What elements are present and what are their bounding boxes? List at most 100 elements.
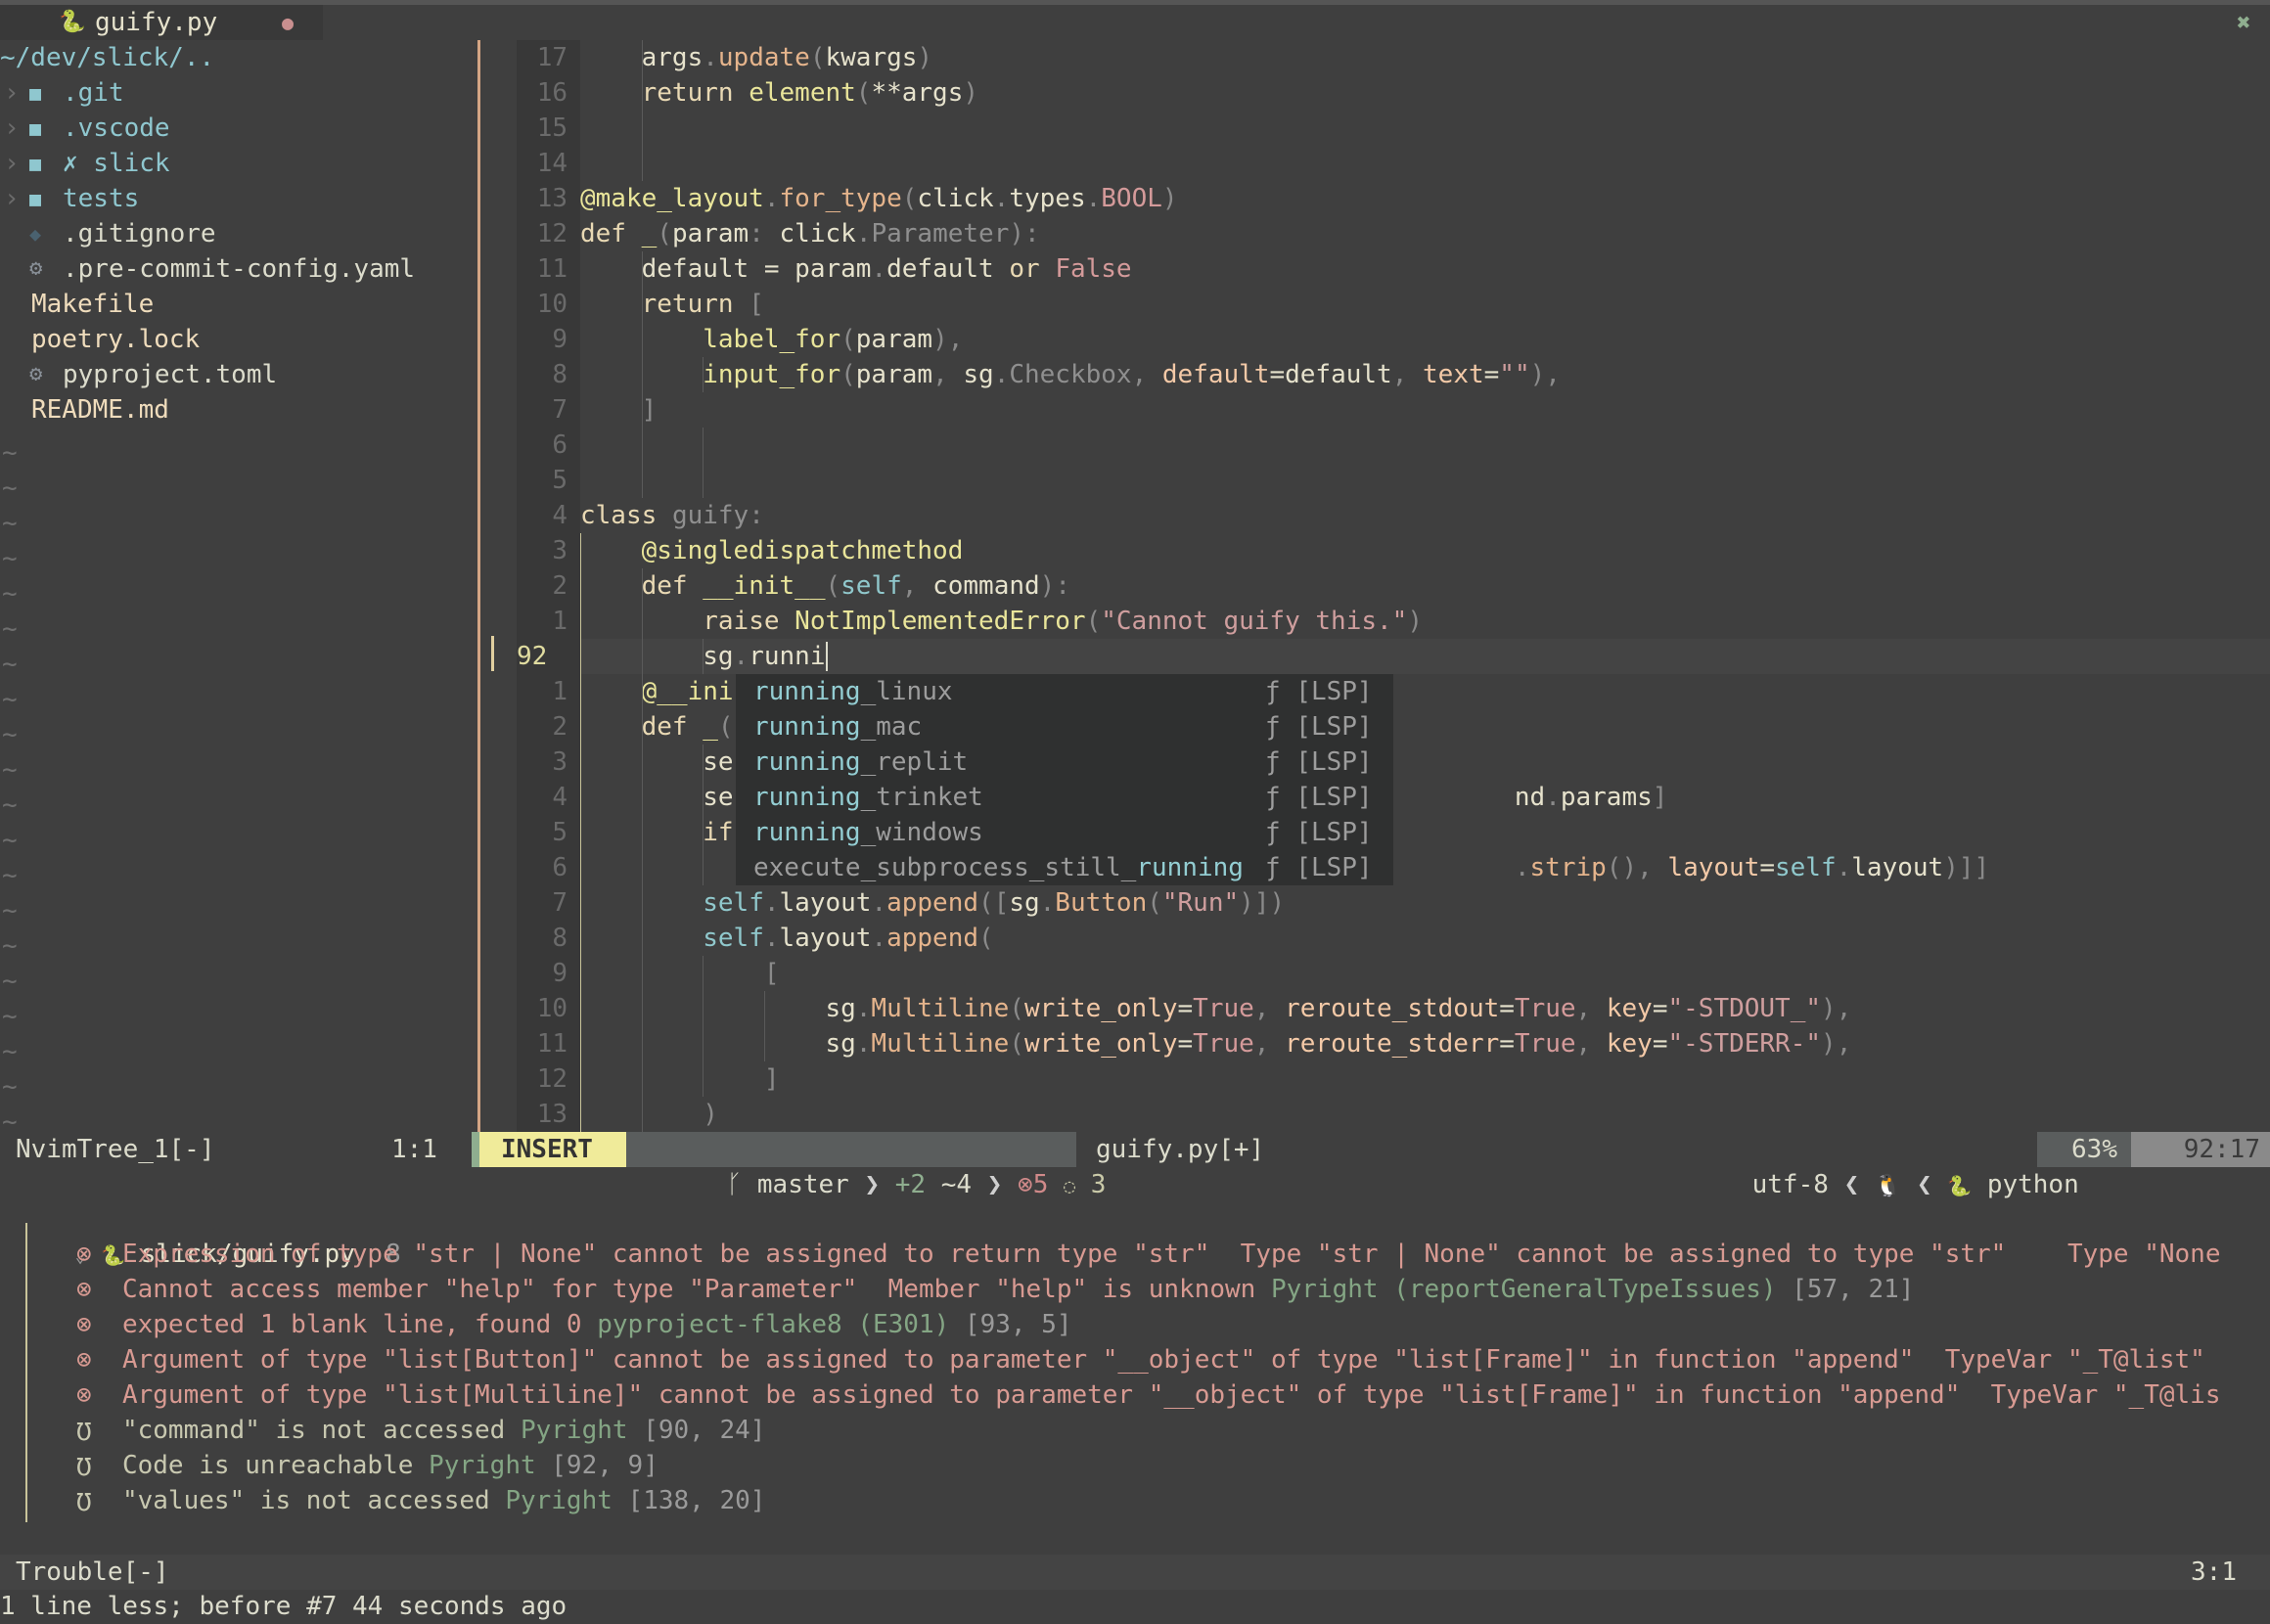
trouble-location: [57, 21] (1792, 1275, 1915, 1304)
indent-guide (641, 568, 643, 674)
completion-item[interactable]: running_replit ƒ [LSP] (753, 744, 1380, 780)
code-line[interactable]: self.layout.append([sg.Button("Run")]) (580, 885, 1285, 921)
indent-guide (641, 251, 643, 498)
code-line[interactable]: ) (580, 1097, 718, 1132)
line-number: 5 (552, 466, 568, 495)
trouble-source: Pyright (520, 1416, 628, 1445)
line-number: 3 (552, 536, 568, 565)
tree-cursor-position: 1:1 (391, 1135, 437, 1164)
close-icon[interactable]: ✖ (2237, 5, 2250, 40)
chevron-right-icon[interactable]: › (4, 75, 20, 111)
indent-guide (703, 744, 704, 885)
python-icon: 🐍 (59, 10, 86, 34)
code-line[interactable]: sg.runni (580, 639, 829, 674)
line-number: 11 (536, 1029, 568, 1059)
indent-guide (580, 533, 581, 1132)
trouble-source: Pyright (reportGeneralTypeIssues) (1270, 1275, 1777, 1304)
code-line[interactable]: ] (580, 1061, 780, 1097)
gear-icon: ⚙ (29, 256, 43, 281)
code-line[interactable]: return element(**args) (580, 75, 978, 111)
code-line[interactable]: args.update(kwargs) (580, 40, 932, 75)
code-line[interactable]: def _(param: click.Parameter): (580, 216, 1040, 251)
code-line[interactable]: class guify: (580, 498, 764, 533)
chevron-right-icon[interactable]: › (4, 146, 20, 181)
tab-guify[interactable]: 🐍 guify.py ● (0, 5, 323, 40)
code-line[interactable]: default = param.default or False (580, 251, 1132, 287)
window-split-border[interactable] (477, 40, 480, 1132)
code-line[interactable]: sg.Multiline(write_only=True, reroute_st… (580, 1026, 1851, 1061)
tree-item-name: .vscode (63, 113, 170, 143)
completion-item[interactable]: running_linux ƒ [LSP] (753, 674, 1380, 709)
line-number: 12 (536, 1064, 568, 1094)
trouble-indent-guide (25, 1223, 27, 1522)
trouble-message: "command" is not accessed (121, 1416, 506, 1445)
git-branch-group: ᚴ master ❯ +2 ~4 ❯ ⊗5 ◌ 3 (665, 1132, 1107, 1199)
chevron-right-icon[interactable]: › (4, 111, 20, 146)
code-line[interactable]: def __init__(self, command): (580, 568, 1070, 604)
tree-item-name: tests (63, 184, 140, 213)
tree-item-name: poetry.lock (31, 325, 201, 354)
empty-line-tilde: ~ (2, 438, 18, 468)
empty-line-tilde: ~ (2, 1002, 18, 1031)
line-number: 5 (552, 818, 568, 847)
line-number: 2 (552, 571, 568, 601)
trouble-buffer-name: Trouble[-] (16, 1557, 169, 1587)
line-number: 13 (536, 184, 568, 213)
trouble-item[interactable]: Ω Code is unreachable Pyright [92, 9] (76, 1448, 658, 1483)
cursor-line-highlight (580, 639, 2270, 674)
line-number: 4 (552, 783, 568, 812)
code-line[interactable]: se (580, 744, 733, 780)
completion-item[interactable]: running_windows ƒ [LSP] (753, 815, 1380, 850)
chevron-right-icon[interactable]: › (4, 181, 20, 216)
trouble-file-group[interactable]: ⌄ 🐍 slick/guify.py 8 (14, 1201, 401, 1269)
code-line[interactable]: @singledispatchmethod (580, 533, 964, 568)
code-line[interactable]: raise NotImplementedError("Cannot guify … (580, 604, 1423, 639)
line-number: 11 (536, 254, 568, 284)
completion-item[interactable]: running_trinket ƒ [LSP] (753, 780, 1380, 815)
code-line[interactable]: ] (580, 392, 658, 428)
trouble-item[interactable]: ⊗ Argument of type "list[Multiline]" can… (76, 1377, 2220, 1413)
tree-item-name: .pre-commit-config.yaml (63, 254, 416, 284)
code-line[interactable]: def _( (580, 709, 734, 744)
empty-line-tilde: ~ (2, 614, 18, 644)
code-line[interactable]: label_for(param), (580, 322, 963, 357)
code-line[interactable]: if (580, 815, 733, 850)
trouble-item[interactable]: Ω "values" is not accessed Pyright [138,… (76, 1483, 765, 1518)
tree-root[interactable]: ~/dev/slick/.. (0, 40, 214, 75)
trouble-message: "values" is not accessed (121, 1486, 490, 1515)
error-icon: ⊗ (76, 1345, 92, 1375)
file-tree: ~/dev/slick/.. › ■ .git › ■ .vscode › ■ ✗ slick ›… (0, 40, 475, 1137)
trouble-message: Code is unreachable (121, 1451, 414, 1480)
code-line[interactable]: sg.Multiline(write_only=True, reroute_st… (580, 991, 1851, 1026)
trouble-location: [93, 5] (964, 1310, 1072, 1339)
line-number: 9 (552, 959, 568, 988)
gear-icon: ⚙ (29, 362, 43, 386)
trouble-item[interactable]: Ω "command" is not accessed Pyright [90,… (76, 1413, 765, 1448)
trouble-cursor-position: 3:1 (2191, 1557, 2237, 1587)
empty-line-tilde: ~ (2, 579, 18, 609)
trouble-message: Expression of type "str | None" cannot b… (121, 1240, 2221, 1269)
trouble-item[interactable]: ⊗ Cannot access member "help" for type "… (76, 1272, 1914, 1307)
completion-item[interactable]: running_mac ƒ [LSP] (753, 709, 1380, 744)
line-number: 7 (552, 888, 568, 918)
trouble-item[interactable]: ⊗ expected 1 blank line, found 0 pyproje… (76, 1307, 1072, 1342)
command-message-line: 1 line less; before #7 44 seconds ago (0, 1592, 568, 1621)
completion-kind: ƒ [LSP] (1265, 712, 1373, 742)
trouble-message: expected 1 blank line, found 0 (121, 1310, 582, 1339)
code-line[interactable]: return [ (580, 287, 764, 322)
trouble-statusline: Trouble[-] 3:1 (0, 1555, 2270, 1590)
empty-line-tilde: ~ (2, 826, 18, 855)
error-icon: ⊗ (76, 1380, 92, 1410)
code-line[interactable]: @make_layout.for_type(click.types.BOOL) (580, 181, 1178, 216)
line-number: 16 (536, 78, 568, 108)
empty-line-tilde: ~ (2, 1037, 18, 1066)
trouble-item[interactable]: ⊗ Argument of type "list[Button]" cannot… (76, 1342, 2205, 1377)
line-number: 17 (536, 43, 568, 72)
completion-kind: ƒ [LSP] (1265, 853, 1373, 882)
code-line[interactable]: [ (580, 956, 780, 991)
code-line[interactable]: @__ini (580, 674, 734, 709)
code-line[interactable]: input_for(param, sg.Checkbox, default=de… (580, 357, 1561, 392)
tree-buffer-name: NvimTree_1[-] (16, 1135, 215, 1164)
trouble-item[interactable]: ⊗ Expression of type "str | None" cannot… (76, 1237, 2220, 1272)
completion-item[interactable]: execute_subprocess_still_running ƒ [LSP] (753, 850, 1380, 885)
